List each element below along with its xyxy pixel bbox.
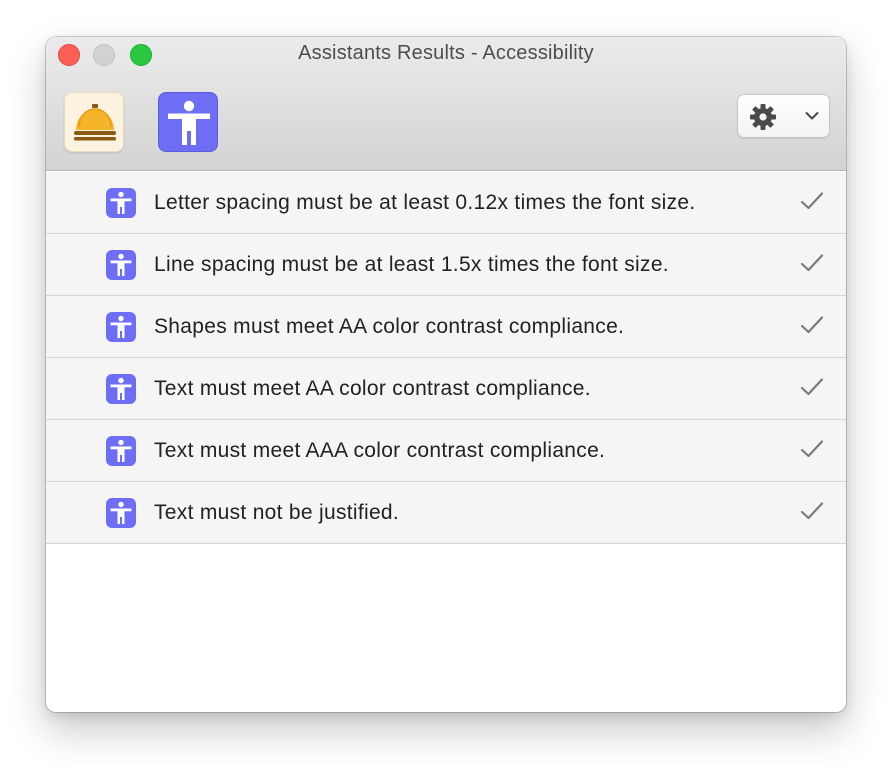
accessibility-icon — [106, 250, 136, 280]
result-row[interactable]: Line spacing must be at least 1.5x times… — [46, 234, 846, 296]
accessibility-icon — [106, 188, 136, 218]
results-list: Letter spacing must be at least 0.12x ti… — [46, 171, 846, 544]
checkmark-icon — [800, 440, 824, 458]
accessibility-icon — [106, 436, 136, 466]
window-title: Assistants Results - Accessibility — [298, 42, 594, 64]
chevron-down-icon — [805, 112, 819, 120]
checkmark-icon — [800, 502, 824, 520]
accessibility-icon — [106, 374, 136, 404]
titlebar: Assistants Results - Accessibility — [46, 37, 846, 171]
result-row[interactable]: Text must meet AA color contrast complia… — [46, 358, 846, 420]
accessibility-icon — [106, 498, 136, 528]
checkmark-icon — [800, 378, 824, 396]
assistants-results-window: Assistants Results - Accessibility Lette… — [46, 37, 846, 712]
result-row[interactable]: Text must meet AAA color contrast compli… — [46, 420, 846, 482]
settings-popup-button[interactable] — [737, 94, 830, 138]
result-text: Text must meet AA color contrast complia… — [154, 377, 591, 400]
checkmark-icon — [800, 192, 824, 210]
accessibility-icon — [168, 100, 210, 145]
bell-icon — [74, 104, 116, 141]
checkmark-icon — [800, 254, 824, 272]
result-row[interactable]: Shapes must meet AA color contrast compl… — [46, 296, 846, 358]
result-text: Shapes must meet AA color contrast compl… — [154, 315, 625, 338]
assistants-toolbar-button[interactable] — [64, 92, 124, 152]
result-row[interactable]: Letter spacing must be at least 0.12x ti… — [46, 171, 846, 234]
checkmark-icon — [800, 316, 824, 334]
accessibility-toolbar-button[interactable] — [158, 92, 218, 152]
result-text: Text must not be justified. — [154, 501, 400, 524]
result-row[interactable]: Text must not be justified. — [46, 482, 846, 544]
result-text: Text must meet AAA color contrast compli… — [154, 439, 606, 462]
accessibility-icon — [106, 312, 136, 342]
result-text: Line spacing must be at least 1.5x times… — [154, 253, 669, 276]
gear-icon — [750, 104, 776, 130]
result-text: Letter spacing must be at least 0.12x ti… — [154, 191, 696, 214]
